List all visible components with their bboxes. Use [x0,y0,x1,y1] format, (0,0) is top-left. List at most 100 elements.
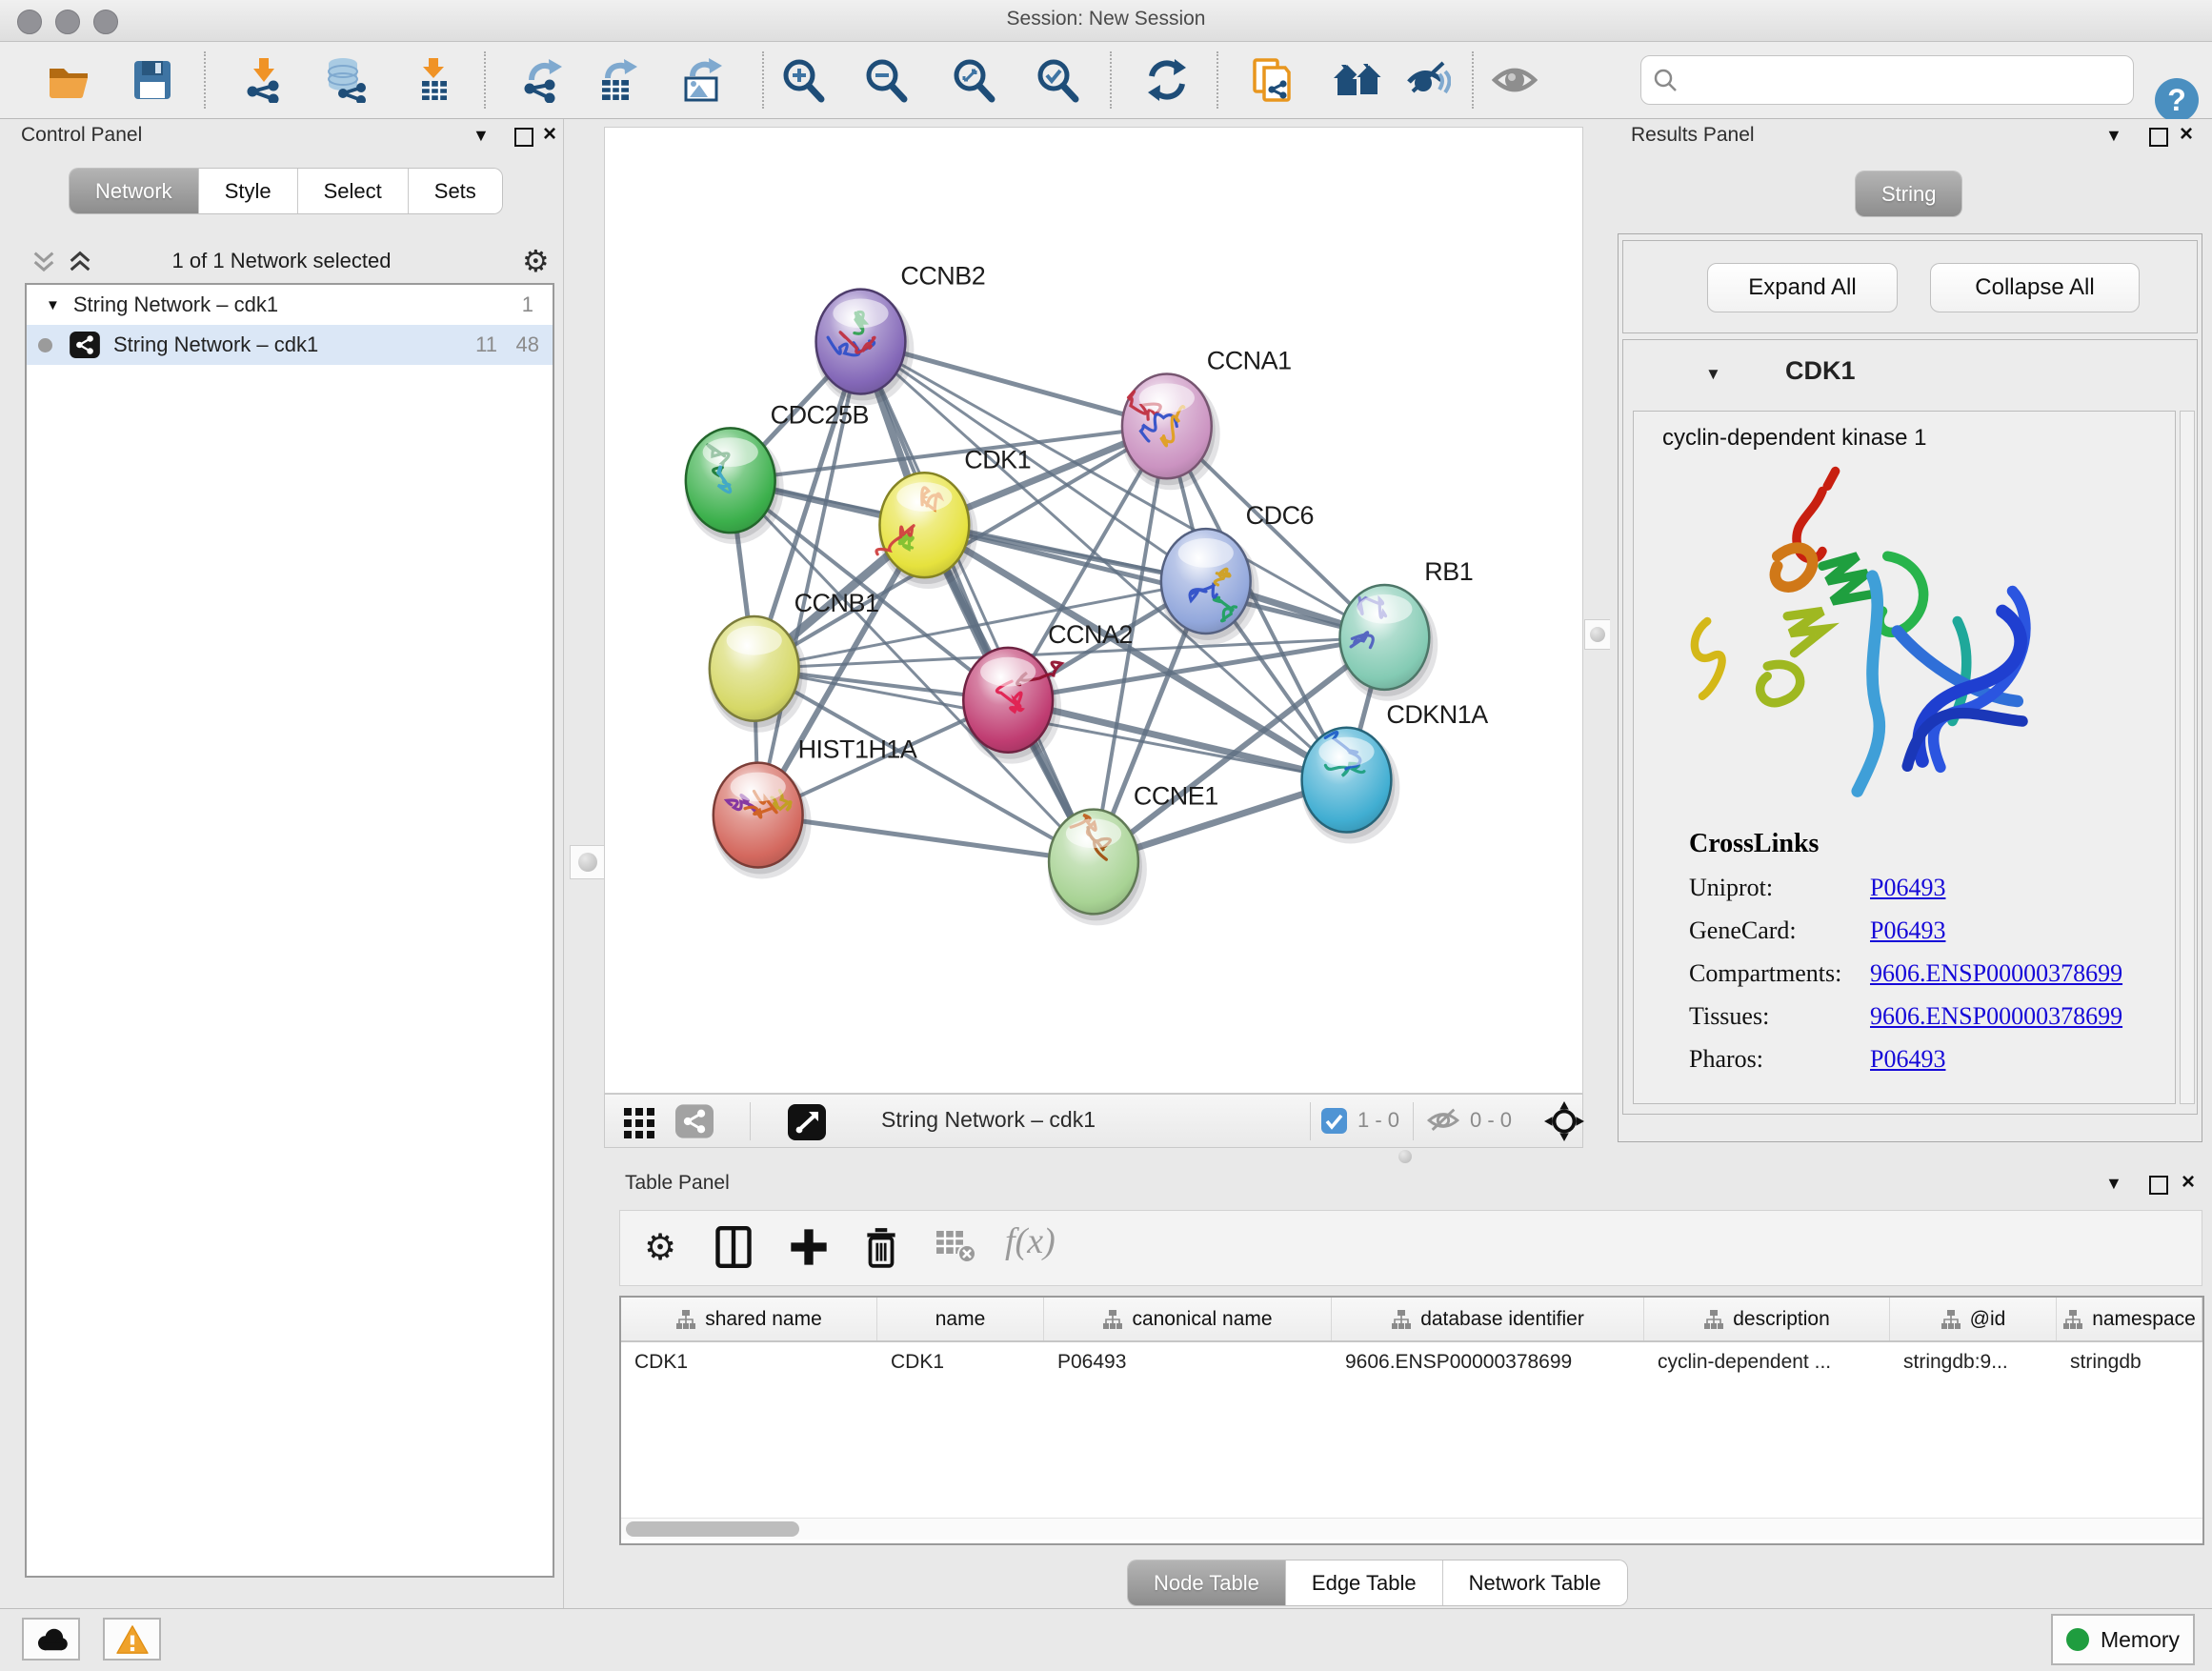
panel-menu-icon[interactable]: ▼ [473,126,490,146]
table-row[interactable]: CDK1CDK1P064939606.ENSP00000378699cyclin… [621,1342,2202,1382]
export-table-icon[interactable] [594,57,640,103]
table-cell[interactable]: stringdb:9... [1890,1342,2057,1382]
show-columns-icon[interactable] [714,1226,754,1273]
tab-style[interactable]: Style [199,169,298,213]
network-edge[interactable] [924,525,1384,637]
table-cell[interactable]: CDK1 [877,1342,1044,1382]
home-icon[interactable] [1332,57,1385,103]
network-node-CCNA1[interactable] [1121,373,1220,490]
tab-sets[interactable]: Sets [409,169,502,213]
network-node-CCNB2[interactable] [815,290,915,406]
save-session-icon[interactable] [130,57,175,103]
table-cell[interactable]: P06493 [1044,1342,1332,1382]
birds-eye-grid-icon[interactable] [622,1104,658,1145]
cloud-button[interactable] [22,1618,80,1661]
tab-edge-table[interactable]: Edge Table [1286,1560,1443,1605]
tab-string[interactable]: String [1856,171,1961,216]
apply-layout-icon[interactable] [1144,57,1190,103]
open-session-icon[interactable] [46,57,91,103]
hidden-eye-icon[interactable] [1426,1104,1460,1141]
zoom-fit-icon[interactable] [951,57,996,103]
network-node-RB1[interactable] [1338,585,1438,701]
network-share-icon[interactable] [675,1104,714,1143]
zoom-out-icon[interactable] [863,57,909,103]
import-network-from-database-icon[interactable] [322,57,368,103]
section-expand-icon[interactable]: ▼ [1705,365,1721,384]
tab-select[interactable]: Select [298,169,409,213]
panel-menu-icon[interactable]: ▼ [2105,1174,2122,1194]
crosslink-link[interactable]: 9606.ENSP00000378699 [1870,1002,2122,1031]
panel-close-icon[interactable]: × [2180,121,2193,148]
panel-close-icon[interactable]: × [543,121,556,148]
network-node-CDKN1A[interactable] [1301,728,1400,844]
function-builder-icon[interactable]: f(x) [1005,1220,1056,1262]
table-cell[interactable]: stringdb [2057,1342,2202,1382]
network-row[interactable]: String Network – cdk1 11 48 [27,325,553,365]
import-network-icon[interactable] [241,57,287,103]
table-cell[interactable]: cyclin-dependent ... [1644,1342,1890,1382]
network-node-HIST1H1A[interactable] [713,763,812,879]
collapse-all-button[interactable]: Collapse All [1930,263,2140,312]
scrollbar-thumb[interactable] [626,1521,799,1537]
column-header-canonicalname[interactable]: canonical name [1044,1298,1332,1340]
show-eye-icon[interactable] [1492,57,1538,103]
table-cell[interactable]: CDK1 [621,1342,877,1382]
gene-section-header[interactable]: ▼ CDK1 [1623,340,2197,409]
search-input[interactable] [1687,67,2122,93]
network-collection-row[interactable]: ▼ String Network – cdk1 1 [27,285,553,325]
table-settings-gear-icon[interactable]: ⚙ [644,1226,676,1269]
column-label: database identifier [1420,1308,1584,1331]
results-scrollbar[interactable] [2180,411,2195,1104]
import-table-icon[interactable] [411,57,456,103]
panel-float-icon[interactable] [2149,128,2168,147]
table-cell[interactable]: 9606.ENSP00000378699 [1332,1342,1644,1382]
fit-selected-crosshair-icon[interactable] [1544,1101,1584,1146]
export-network-icon[interactable] [520,57,566,103]
clone-network-icon[interactable] [1249,57,1295,103]
selected-checkbox-icon[interactable] [1321,1108,1347,1138]
right-splitter-handle[interactable] [1584,619,1611,650]
crosslink-link[interactable]: 9606.ENSP00000378699 [1870,959,2122,988]
column-header-description[interactable]: description [1644,1298,1890,1340]
network-options-gear-icon[interactable]: ⚙ [522,243,550,279]
crosslink-link[interactable]: P06493 [1870,916,1945,945]
crosslink-link[interactable]: P06493 [1870,874,1945,902]
crosslinks-rows: Uniprot:P06493GeneCard:P06493Compartment… [1689,874,2122,1074]
network-edge[interactable] [860,342,1094,862]
tab-node-table[interactable]: Node Table [1128,1560,1286,1605]
add-column-icon[interactable] [789,1226,829,1273]
column-header-sharedname[interactable]: shared name [621,1298,877,1340]
delete-table-icon[interactable] [935,1226,976,1269]
crosslink-link[interactable]: P06493 [1870,1045,1945,1074]
warning-button[interactable] [103,1618,161,1661]
panel-float-icon[interactable] [514,128,533,147]
left-splitter-handle[interactable] [570,845,606,879]
table-panel: Table Panel ▼ × ⚙ f(x) shared namenameca… [604,1167,2212,1608]
expand-all-button[interactable]: Expand All [1707,263,1898,312]
panel-menu-icon[interactable]: ▼ [2105,126,2122,146]
panel-float-icon[interactable] [2149,1176,2168,1195]
panel-close-icon[interactable]: × [2182,1169,2195,1196]
hide-panels-glasses-icon[interactable] [1405,57,1451,103]
delete-column-trash-icon[interactable] [861,1226,901,1275]
network-node-CDC25B[interactable] [685,428,784,544]
column-header-name[interactable]: name [877,1298,1044,1340]
zoom-in-icon[interactable] [780,57,826,103]
memory-button[interactable]: Memory [2051,1614,2195,1665]
network-node-CDC6[interactable] [1160,529,1259,645]
tab-network[interactable]: Network [70,169,199,213]
horizontal-splitter-handle[interactable] [1389,1149,1421,1164]
network-node-CCNA2[interactable] [962,648,1061,764]
open-in-window-icon[interactable] [788,1104,826,1145]
zoom-selected-icon[interactable] [1035,57,1080,103]
help-button[interactable]: ? [2155,78,2199,122]
column-header-databaseidentifier[interactable]: database identifier [1332,1298,1644,1340]
column-header-namespace[interactable]: namespace [2057,1298,2202,1340]
network-canvas[interactable]: CCNB2CCNA1CDC25BCDK1CDC6RB1CCNB1CCNA2CDK… [604,127,1583,1094]
export-image-icon[interactable] [679,57,725,103]
column-header-id[interactable]: @id [1890,1298,2057,1340]
network-node-CCNE1[interactable] [1048,810,1147,926]
network-node-CDK1[interactable] [876,473,977,589]
tab-network-table[interactable]: Network Table [1443,1560,1627,1605]
collection-expand-icon[interactable]: ▼ [46,297,60,313]
